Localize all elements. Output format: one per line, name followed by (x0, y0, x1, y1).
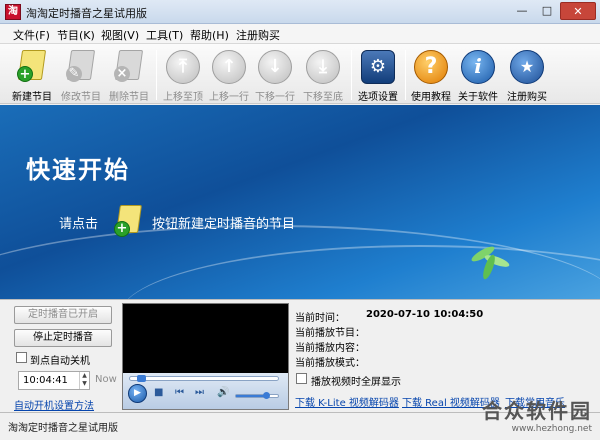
menu-tools[interactable]: 工具(T) (146, 27, 183, 43)
play-button[interactable]: ▶ (128, 384, 147, 403)
timer-started-button[interactable]: 定时播音已开启 (14, 306, 112, 324)
tutorial-button[interactable]: ? 使用教程 (408, 48, 454, 104)
move-top-button[interactable]: ⤒ 上移至顶 (160, 48, 206, 104)
now-button[interactable]: Now (95, 374, 117, 385)
delete-document-icon: × (112, 50, 146, 84)
help-icon: ? (414, 50, 448, 84)
new-document-icon: + (15, 50, 49, 84)
delete-program-button[interactable]: × 删除节目 (106, 48, 152, 104)
media-player[interactable]: ▶ ■ ⏮ ⏭ 🔊 (122, 303, 289, 410)
current-program-label: 当前播放节目： (295, 328, 365, 339)
watermark-url: www.hezhong.net (511, 424, 592, 434)
window-title: 淘淘定时播音之星试用版 (26, 7, 147, 20)
stop-timer-button[interactable]: 停止定时播音 (14, 329, 112, 347)
stop-icon[interactable]: ■ (154, 387, 163, 398)
download-klite-link[interactable]: 下载 K-Lite 视频解码器 (295, 394, 399, 409)
menu-bar: 文件(F) 节目(K) 视图(V) 工具(T) 帮助(H) 注册购买 (0, 24, 600, 44)
current-time-value: 2020-07-10 10:04:50 (366, 309, 484, 320)
auto-shutdown-label: 到点自动关机 (30, 356, 90, 367)
move-down-button[interactable]: ↓ 下移一行 (252, 48, 298, 104)
next-icon[interactable]: ⏭ (195, 387, 204, 398)
volume-thumb[interactable] (262, 392, 270, 399)
close-button[interactable]: ✕ (560, 2, 596, 20)
current-time-label: 当前时间： (295, 313, 345, 324)
edit-program-button[interactable]: ✎ 修改节目 (58, 48, 104, 104)
move-bottom-icon: ⤓ (306, 50, 340, 84)
about-button[interactable]: i 关于软件 (455, 48, 501, 104)
move-up-button[interactable]: ↑ 上移一行 (206, 48, 252, 104)
seek-bar[interactable] (129, 375, 279, 382)
info-icon: i (461, 50, 495, 84)
volume-slider[interactable] (235, 392, 279, 399)
settings-icon: ⚙ (361, 50, 395, 84)
toolbar-separator (351, 50, 352, 100)
menu-register[interactable]: 注册购买 (236, 27, 280, 43)
volume-icon[interactable]: 🔊 (217, 387, 229, 398)
quick-start-banner: 快速开始 请点击 + 按钮新建定时播音的节目 (0, 105, 600, 299)
move-up-label: 上移一行 (209, 92, 249, 103)
register-button[interactable]: ★ 注册购买 (503, 48, 551, 104)
title-bar: 淘 淘淘定时播音之星试用版 — □ ✕ (0, 0, 600, 24)
tutorial-label: 使用教程 (411, 92, 451, 103)
menu-view[interactable]: 视图(V) (101, 27, 139, 43)
player-controls: ▶ ■ ⏮ ⏭ 🔊 (123, 373, 288, 409)
shutdown-time-input[interactable]: 10:04:41 ▲ ▼ (18, 371, 90, 390)
move-bottom-button[interactable]: ⤓ 下移至底 (300, 48, 346, 104)
fullscreen-label: 播放视频时全屏显示 (311, 377, 401, 388)
new-program-label: 新建节目 (12, 92, 52, 103)
banner-instruction-suffix: 按钮新建定时播音的节目 (152, 217, 296, 232)
move-bottom-label: 下移至底 (303, 92, 343, 103)
new-document-icon: + (112, 205, 144, 239)
move-top-label: 上移至顶 (163, 92, 203, 103)
watermark: 合众软件园 www.hezhong.net (482, 395, 592, 434)
arrow-up-icon: ↑ (212, 50, 246, 84)
menu-help[interactable]: 帮助(H) (190, 27, 229, 43)
toolbar: + 新建节目 ✎ 修改节目 × 删除节目 ⤒ 上移至顶 ↑ 上移一行 ↓ 下移一… (0, 44, 600, 104)
register-label: 注册购买 (507, 92, 547, 103)
seek-thumb[interactable] (137, 375, 147, 382)
register-icon: ★ (510, 50, 544, 84)
watermark-name: 合众软件园 (482, 399, 592, 423)
current-content-label: 当前播放内容： (295, 343, 365, 354)
edit-document-icon: ✎ (64, 50, 98, 84)
current-mode-label: 当前播放模式： (295, 358, 365, 369)
time-spinner[interactable]: ▲ ▼ (79, 372, 89, 389)
move-top-icon: ⤒ (166, 50, 200, 84)
edit-program-label: 修改节目 (61, 92, 101, 103)
toolbar-separator (405, 50, 406, 100)
maximize-button[interactable]: □ (535, 2, 559, 20)
app-icon: 淘 (5, 4, 21, 20)
delete-program-label: 删除节目 (109, 92, 149, 103)
toolbar-separator (156, 50, 157, 100)
fullscreen-checkbox[interactable] (296, 373, 307, 384)
shutdown-time-value: 10:04:41 (23, 375, 68, 386)
banner-title: 快速开始 (26, 156, 130, 184)
move-down-label: 下移一行 (255, 92, 295, 103)
settings-button[interactable]: ⚙ 选项设置 (354, 48, 402, 104)
minimize-button[interactable]: — (510, 2, 534, 20)
about-label: 关于软件 (458, 92, 498, 103)
auto-shutdown-checkbox[interactable] (16, 352, 27, 363)
auto-start-link[interactable]: 自动开机设置方法 (14, 397, 94, 412)
settings-label: 选项设置 (358, 92, 398, 103)
menu-file[interactable]: 文件(F) (13, 27, 50, 43)
banner-instruction-prefix: 请点击 (59, 217, 99, 232)
status-text: 淘淘定时播音之星试用版 (8, 423, 118, 434)
new-program-button[interactable]: + 新建节目 (6, 48, 58, 104)
previous-icon[interactable]: ⏮ (175, 387, 184, 398)
arrow-down-icon: ↓ (258, 50, 292, 84)
menu-program[interactable]: 节目(K) (57, 27, 95, 43)
